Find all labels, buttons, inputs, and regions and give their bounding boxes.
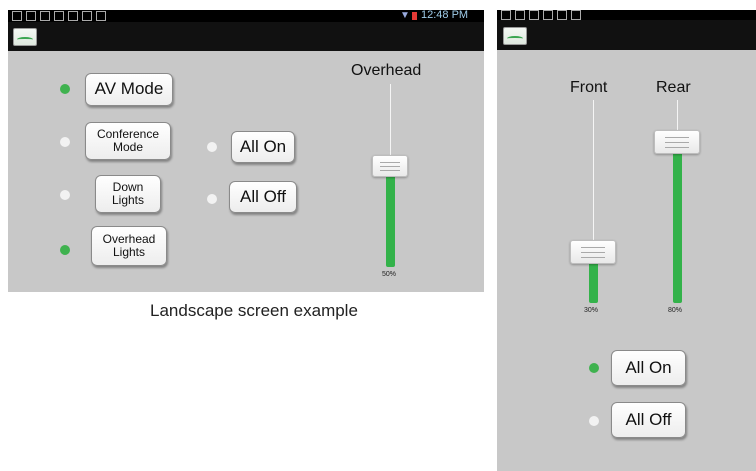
rear-slider-label: Rear (656, 79, 691, 96)
indicator-all-off (207, 194, 217, 204)
overhead-slider-label: Overhead (351, 62, 422, 79)
app-bar (8, 22, 484, 51)
front-slider-value: 30% (584, 307, 599, 314)
indicator-av-mode (60, 84, 70, 94)
landscape-screen: ▼ 12:48 PM AV Mode Conference Mode Down … (8, 9, 484, 292)
status-bar-portrait (497, 10, 756, 20)
rear-slider-fill (673, 143, 682, 303)
wifi-icon: ▼ (400, 10, 410, 21)
battery-icon (412, 12, 417, 20)
indicator-all-on (207, 142, 217, 152)
portrait-screen: Front 30% Rear 80% All On All Off (497, 10, 756, 471)
app-logo-icon (13, 28, 37, 46)
status-time: 12:48 PM (421, 9, 469, 21)
front-slider-label: Front (570, 79, 608, 96)
all-off-button-portrait[interactable]: All Off (611, 402, 686, 438)
indicator-all-off-portrait (589, 416, 599, 426)
rear-slider-thumb[interactable] (654, 130, 700, 154)
down-lights-button[interactable]: Down Lights (95, 175, 161, 213)
av-mode-button[interactable]: AV Mode (85, 73, 173, 106)
indicator-overhead-lights (60, 245, 70, 255)
indicator-conference-mode (60, 137, 70, 147)
landscape-caption: Landscape screen example (150, 301, 358, 320)
app-logo-icon (503, 27, 527, 45)
all-off-button[interactable]: All Off (229, 181, 297, 213)
overhead-slider-thumb[interactable] (372, 155, 408, 177)
conference-mode-button[interactable]: Conference Mode (85, 122, 171, 160)
status-bar: ▼ 12:48 PM (8, 9, 484, 22)
rear-slider-value: 80% (668, 307, 683, 314)
app-bar-portrait (497, 20, 756, 50)
front-slider-thumb[interactable] (570, 240, 616, 264)
overhead-lights-button[interactable]: Overhead Lights (91, 226, 167, 266)
all-on-button-portrait[interactable]: All On (611, 350, 686, 386)
control-panel-portrait: Front 30% Rear 80% All On All Off (497, 50, 756, 471)
overhead-slider-fill (386, 174, 395, 267)
control-panel: AV Mode Conference Mode Down Lights Over… (8, 51, 484, 292)
all-on-button[interactable]: All On (231, 131, 295, 163)
indicator-down-lights (60, 190, 70, 200)
indicator-all-on-portrait (589, 363, 599, 373)
overhead-slider-value: 50% (382, 271, 397, 278)
